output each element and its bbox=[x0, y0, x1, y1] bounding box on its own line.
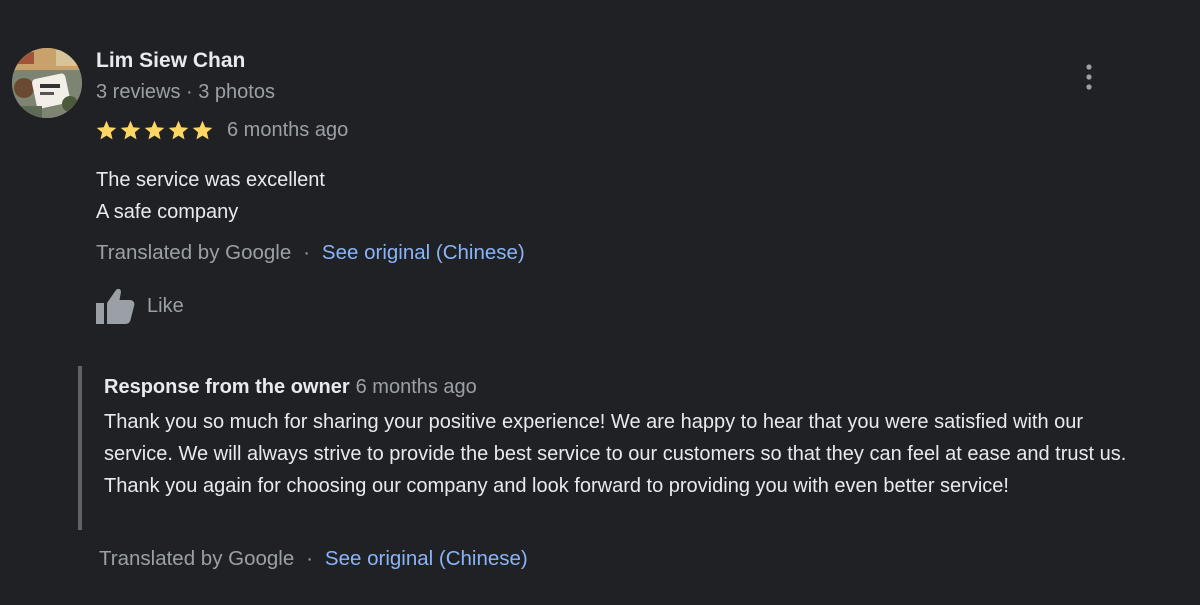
more-options-button[interactable] bbox=[1074, 60, 1104, 94]
separator-dot: · bbox=[303, 241, 310, 264]
avatar-photo bbox=[12, 48, 82, 118]
translated-by-google-label: Translated by Google bbox=[99, 547, 295, 570]
translated-by-google-label: Translated by Google bbox=[96, 241, 292, 264]
author-meta: 3 reviews · 3 photos bbox=[96, 81, 275, 103]
star-icon bbox=[120, 120, 141, 140]
review-text-line: The service was excellent bbox=[96, 169, 325, 191]
rating-row: 6 months ago bbox=[95, 119, 348, 142]
review-translation-row: Translated by Google · See original (Chi… bbox=[96, 241, 525, 265]
owner-response-text: Thank you so much for sharing your posit… bbox=[104, 411, 1127, 497]
review-text: The service was excellent A safe company bbox=[96, 164, 325, 228]
see-original-link[interactable]: See original (Chinese) bbox=[322, 241, 525, 265]
separator-dot: · bbox=[306, 547, 313, 570]
star-icon bbox=[144, 120, 165, 140]
response-translation-row: Translated by Google · See original (Chi… bbox=[99, 547, 528, 571]
star-icon bbox=[168, 120, 189, 140]
like-button[interactable]: Like bbox=[95, 287, 184, 325]
owner-response-title: Response from the owner bbox=[104, 376, 350, 398]
owner-response-header: Response from the owner 6 months ago bbox=[104, 376, 477, 399]
star-icon bbox=[192, 120, 213, 140]
review-time: 6 months ago bbox=[227, 119, 349, 141]
star-rating bbox=[95, 119, 214, 142]
owner-response: Response from the owner 6 months ago Than… bbox=[78, 366, 1162, 530]
like-label: Like bbox=[147, 294, 184, 317]
thumbs-up-icon bbox=[96, 288, 135, 324]
owner-response-time: 6 months ago bbox=[355, 376, 477, 398]
author-avatar[interactable] bbox=[12, 48, 82, 118]
author-name[interactable]: Lim Siew Chan bbox=[96, 49, 245, 73]
see-original-link[interactable]: See original (Chinese) bbox=[325, 547, 528, 571]
review-text-line: A safe company bbox=[96, 201, 239, 223]
star-icon bbox=[96, 120, 117, 140]
vertical-dots-icon bbox=[1086, 64, 1092, 90]
review-card: Lim Siew Chan 3 reviews · 3 photos 6 mon… bbox=[0, 0, 1200, 605]
